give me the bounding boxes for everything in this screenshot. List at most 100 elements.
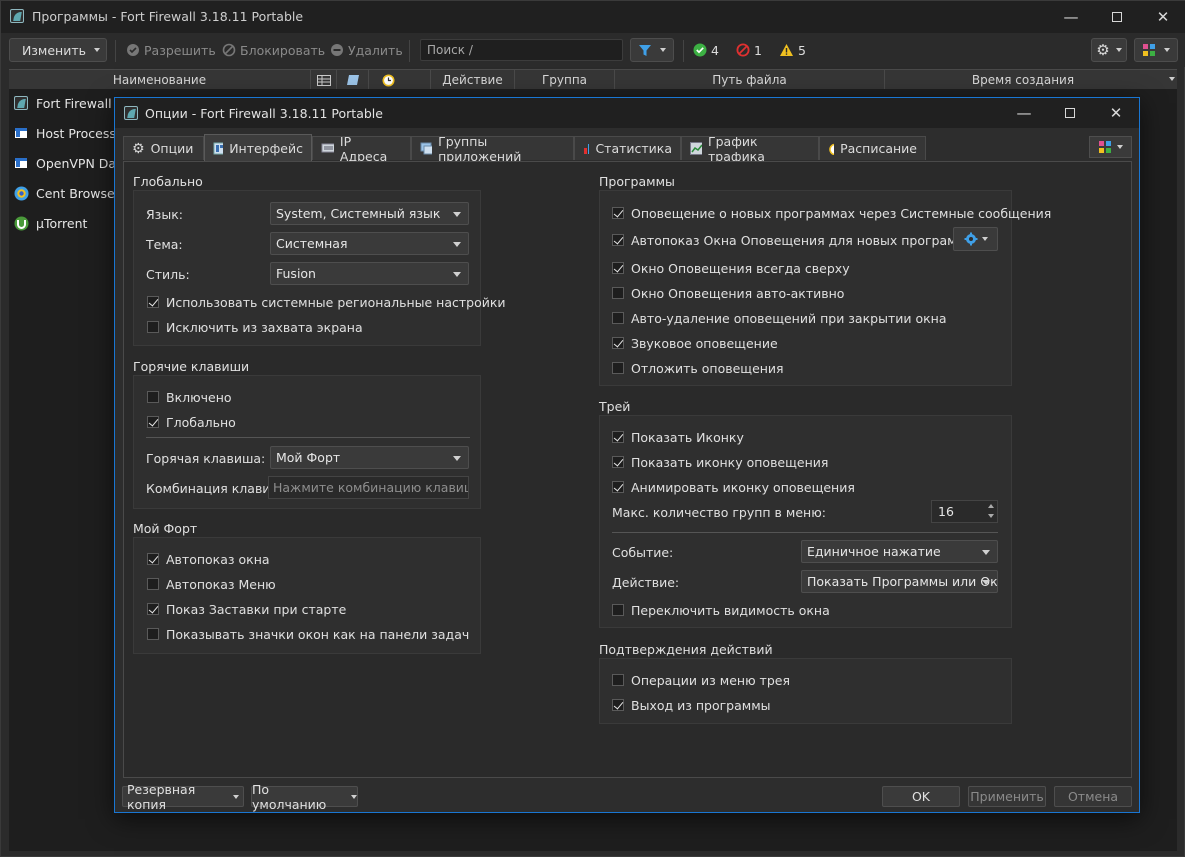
checkbox-checked[interactable]: [612, 337, 624, 349]
browser-icon: [14, 186, 29, 201]
checkbox-checked[interactable]: [147, 553, 159, 565]
checkbox-unchecked[interactable]: [147, 628, 159, 640]
column-name[interactable]: Наименование: [9, 70, 311, 90]
hotkeys-enabled-checkbox[interactable]: Включено: [147, 388, 232, 406]
sound-alert-checkbox[interactable]: Звуковое оповещение: [612, 334, 778, 352]
fort-firewall-icon: [10, 9, 24, 23]
checkbox-checked[interactable]: [612, 431, 624, 443]
backup-button[interactable]: Резервная копия: [122, 782, 244, 812]
column-connections-icon[interactable]: [311, 70, 337, 90]
column-path[interactable]: Путь файла: [615, 70, 885, 90]
column-rule-icon[interactable]: [337, 70, 369, 90]
toolbar-divider: [409, 40, 410, 62]
search-input[interactable]: [420, 39, 623, 61]
defaults-button[interactable]: По умолчанию: [251, 782, 358, 812]
style-select[interactable]: Fusion: [270, 262, 469, 285]
checkbox-label: Автопоказ Окна Оповещения для новых прог…: [631, 232, 966, 248]
checkbox-checked[interactable]: [612, 234, 624, 246]
max-groups-spinbox[interactable]: 16: [931, 500, 998, 523]
checkbox-checked[interactable]: [612, 207, 624, 219]
action-select[interactable]: Показать Программы или Окно: [801, 570, 998, 593]
autoshow-alert-checkbox[interactable]: Автопоказ Окна Оповещения для новых прог…: [612, 231, 966, 249]
column-group[interactable]: Группа: [515, 70, 615, 90]
warning-count-badge[interactable]: 5: [779, 38, 806, 62]
column-action[interactable]: Действие: [431, 70, 515, 90]
theme-select[interactable]: Системная: [270, 232, 469, 255]
close-button[interactable]: ✕: [1140, 1, 1185, 33]
style-value: Fusion: [276, 266, 316, 281]
ok-button[interactable]: OK: [882, 786, 960, 807]
sort-down-icon[interactable]: [1169, 77, 1175, 81]
use-regional-checkbox[interactable]: Использовать системные региональные наст…: [147, 293, 506, 311]
allowed-count-badge[interactable]: 4: [693, 38, 719, 62]
checkbox-unchecked[interactable]: [612, 312, 624, 324]
tab-options[interactable]: ⚙ Опции: [123, 136, 204, 160]
dialog-minimize-button[interactable]: —: [1001, 98, 1047, 128]
layout-menu-button[interactable]: [1134, 38, 1178, 62]
tab-schedule[interactable]: Расписание: [819, 136, 926, 160]
key-combo-input[interactable]: Нажмите комбинацию клавиш: [268, 476, 469, 499]
spin-up-icon[interactable]: [988, 504, 994, 508]
apply-button[interactable]: Применить: [968, 786, 1046, 807]
exit-confirm-checkbox[interactable]: Выход из программы: [612, 696, 771, 714]
edit-button[interactable]: Изменить: [9, 38, 107, 62]
spin-down-icon[interactable]: [988, 514, 994, 518]
checkbox-label: Отложить оповещения: [631, 360, 784, 376]
checkbox-unchecked[interactable]: [612, 604, 624, 616]
divider: [612, 532, 998, 533]
checkbox-checked[interactable]: [612, 481, 624, 493]
checkbox-unchecked[interactable]: [612, 674, 624, 686]
alert-settings-button[interactable]: [953, 227, 998, 251]
taskbar-icons-checkbox[interactable]: Показывать значки окон как на панели зад…: [147, 625, 469, 643]
auto-delete-checkbox[interactable]: Авто-удаление оповещений при закрытии ок…: [612, 309, 946, 327]
exclude-capture-checkbox[interactable]: Исключить из захвата экрана: [147, 318, 363, 336]
checkbox-unchecked[interactable]: [612, 362, 624, 374]
postpone-alerts-checkbox[interactable]: Отложить оповещения: [612, 359, 784, 377]
block-button[interactable]: Блокировать: [222, 38, 325, 62]
tab-app-groups[interactable]: Группы приложений: [411, 134, 574, 164]
checkbox-checked[interactable]: [612, 456, 624, 468]
notify-system-checkbox[interactable]: Оповещение о новых программах через Сист…: [612, 204, 1051, 222]
tray-ops-checkbox[interactable]: Операции из меню трея: [612, 671, 790, 689]
tab-traffic-graph[interactable]: График трафика: [681, 134, 819, 164]
blocked-count-badge[interactable]: 1: [736, 38, 762, 62]
column-schedule-icon[interactable]: [369, 70, 431, 90]
column-created[interactable]: Время создания: [885, 70, 1161, 90]
autoshow-window-checkbox[interactable]: Автопоказ окна: [147, 550, 270, 568]
dialog-layout-button[interactable]: [1089, 136, 1132, 158]
event-select[interactable]: Единичное нажатие: [801, 540, 998, 563]
checkbox-checked[interactable]: [147, 296, 159, 308]
dialog-close-button[interactable]: ✕: [1093, 98, 1139, 128]
hotkeys-global-checkbox[interactable]: Глобально: [147, 413, 236, 431]
checkbox-unchecked[interactable]: [612, 287, 624, 299]
checkbox-checked[interactable]: [612, 699, 624, 711]
hotkey-select[interactable]: Мой Форт: [270, 446, 469, 469]
splash-checkbox[interactable]: Показ Заставки при старте: [147, 600, 346, 618]
tab-interface[interactable]: Интерфейс: [204, 134, 312, 161]
alert-auto-active-checkbox[interactable]: Окно Оповещения авто-активно: [612, 284, 844, 302]
tab-statistics[interactable]: Статистика: [574, 136, 681, 160]
allow-button[interactable]: Разрешить: [126, 38, 216, 62]
dialog-maximize-button[interactable]: [1047, 98, 1093, 128]
checkbox-unchecked[interactable]: [147, 391, 159, 403]
settings-button[interactable]: ⚙: [1091, 38, 1127, 62]
minimize-button[interactable]: —: [1048, 1, 1094, 33]
checkbox-unchecked[interactable]: [147, 578, 159, 590]
filter-button[interactable]: [630, 38, 674, 62]
checkbox-checked[interactable]: [147, 603, 159, 615]
maximize-icon: [1112, 12, 1122, 22]
show-tray-icon-checkbox[interactable]: Показать Иконку: [612, 428, 744, 446]
maximize-button[interactable]: [1094, 1, 1140, 33]
checkbox-checked[interactable]: [147, 416, 159, 428]
show-alert-icon-checkbox[interactable]: Показать иконку оповещения: [612, 453, 828, 471]
language-select[interactable]: System, Системный язык: [270, 202, 469, 225]
tab-ip-addresses[interactable]: IP Адреса: [312, 134, 411, 164]
checkbox-unchecked[interactable]: [147, 321, 159, 333]
autoshow-menu-checkbox[interactable]: Автопоказ Меню: [147, 575, 276, 593]
toggle-visibility-checkbox[interactable]: Переключить видимость окна: [612, 601, 830, 619]
cancel-button[interactable]: Отмена: [1054, 786, 1132, 807]
animate-alert-icon-checkbox[interactable]: Анимировать иконку оповещения: [612, 478, 855, 496]
alert-on-top-checkbox[interactable]: Окно Оповещения всегда сверху: [612, 259, 850, 277]
delete-button[interactable]: Удалить: [330, 38, 403, 62]
checkbox-checked[interactable]: [612, 262, 624, 274]
